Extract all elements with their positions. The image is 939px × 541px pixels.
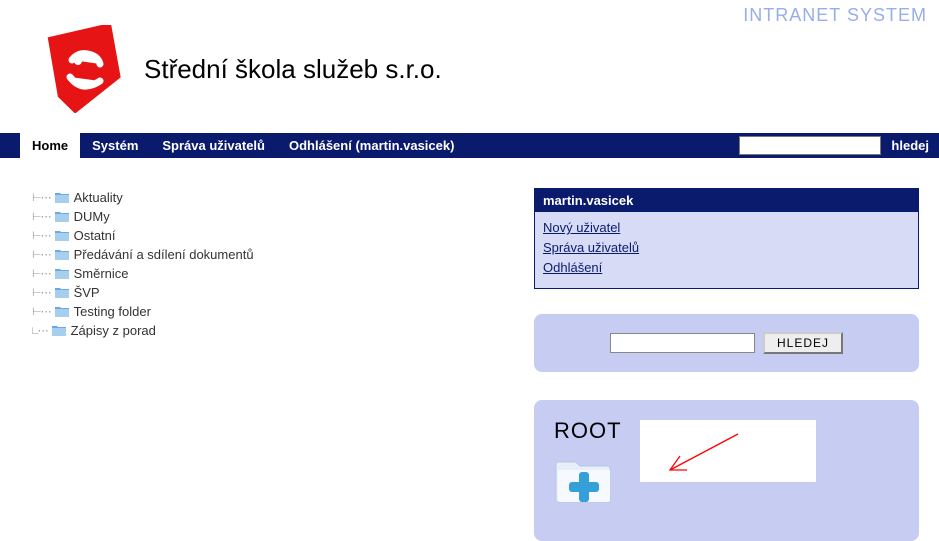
logo-area: Střední škola služeb s.r.o. bbox=[42, 25, 442, 113]
tree-item-label: Zápisy z porad bbox=[71, 323, 156, 338]
tree-item[interactable]: ⊢⋯ Směrnice bbox=[32, 264, 534, 283]
main-navbar: Home Systém Správa uživatelů Odhlášení (… bbox=[0, 133, 939, 158]
tree-item[interactable]: ⊢⋯ ŠVP bbox=[32, 283, 534, 302]
tree-connector-icon: ⊢⋯ bbox=[32, 305, 51, 319]
tree-item[interactable]: ⊢⋯ Testing folder bbox=[32, 302, 534, 321]
tree-item[interactable]: ⊢⋯ Aktuality bbox=[32, 188, 534, 207]
nav-user-admin[interactable]: Správa uživatelů bbox=[150, 133, 277, 158]
nav-search-button[interactable]: hledej bbox=[881, 133, 939, 158]
nav-home[interactable]: Home bbox=[20, 133, 80, 158]
folder-icon bbox=[55, 192, 69, 203]
add-folder-button[interactable] bbox=[554, 454, 622, 511]
folder-icon bbox=[55, 211, 69, 222]
tree-item-label: Směrnice bbox=[74, 266, 129, 281]
root-label: ROOT bbox=[554, 418, 622, 444]
root-left: ROOT bbox=[554, 418, 622, 511]
folder-icon bbox=[55, 306, 69, 317]
tree-item[interactable]: ⊢⋯ Ostatní bbox=[32, 226, 534, 245]
tree-item-label: Ostatní bbox=[74, 228, 116, 243]
arrow-icon bbox=[658, 430, 748, 480]
annotation-box bbox=[640, 420, 816, 482]
search-button[interactable]: HLEDEJ bbox=[763, 332, 843, 354]
system-label: INTRANET SYSTEM bbox=[743, 5, 927, 26]
add-folder-icon bbox=[554, 454, 614, 508]
search-panel: HLEDEJ bbox=[534, 314, 919, 372]
tree-item-label: Předávání a sdílení dokumentů bbox=[74, 247, 254, 262]
folder-icon bbox=[52, 325, 66, 336]
tree-connector-icon: ∟⋯ bbox=[32, 324, 48, 338]
nav-logout[interactable]: Odhlášení (martin.vasicek) bbox=[277, 133, 466, 158]
right-column: martin.vasicek Nový uživatel Správa uživ… bbox=[534, 188, 939, 541]
left-column: ⊢⋯ Aktuality ⊢⋯ DUMy ⊢⋯ Ostatní ⊢⋯ Předávání… bbox=[0, 188, 534, 541]
user-box-body: Nový uživatel Správa uživatelů Odhlášení bbox=[535, 212, 918, 288]
tree-item-label: Testing folder bbox=[74, 304, 151, 319]
tree-item[interactable]: ⊢⋯ DUMy bbox=[32, 207, 534, 226]
tree-connector-icon: ⊢⋯ bbox=[32, 286, 51, 300]
tree-item-label: Aktuality bbox=[74, 190, 123, 205]
tree-item[interactable]: ⊢⋯ Předávání a sdílení dokumentů bbox=[32, 245, 534, 264]
tree-item-label: ŠVP bbox=[74, 285, 100, 300]
search-input[interactable] bbox=[610, 333, 755, 353]
nav-system[interactable]: Systém bbox=[80, 133, 150, 158]
school-name: Střední škola služeb s.r.o. bbox=[144, 54, 442, 85]
root-row: ROOT bbox=[554, 418, 899, 511]
school-logo-icon bbox=[42, 25, 122, 113]
user-box-username: martin.vasicek bbox=[535, 189, 918, 212]
tree-item[interactable]: ∟⋯ Zápisy z porad bbox=[32, 321, 534, 340]
tree-connector-icon: ⊢⋯ bbox=[32, 229, 51, 243]
tree-connector-icon: ⊢⋯ bbox=[32, 267, 51, 281]
tree-connector-icon: ⊢⋯ bbox=[32, 210, 51, 224]
nav-search-input[interactable] bbox=[739, 136, 881, 155]
content-area: ⊢⋯ Aktuality ⊢⋯ DUMy ⊢⋯ Ostatní ⊢⋯ Předávání… bbox=[0, 158, 939, 541]
folder-icon bbox=[55, 287, 69, 298]
link-new-user[interactable]: Nový uživatel bbox=[543, 218, 910, 238]
link-user-admin[interactable]: Správa uživatelů bbox=[543, 238, 910, 258]
tree-connector-icon: ⊢⋯ bbox=[32, 191, 51, 205]
folder-tree: ⊢⋯ Aktuality ⊢⋯ DUMy ⊢⋯ Ostatní ⊢⋯ Předávání… bbox=[32, 188, 534, 340]
folder-icon bbox=[55, 268, 69, 279]
tree-connector-icon: ⊢⋯ bbox=[32, 248, 51, 262]
nav-search-area: hledej bbox=[739, 133, 939, 158]
folder-icon bbox=[55, 230, 69, 241]
page-header: INTRANET SYSTEM Střední škola služeb s.r… bbox=[0, 0, 939, 133]
user-box: martin.vasicek Nový uživatel Správa uživ… bbox=[534, 188, 919, 289]
folder-icon bbox=[55, 249, 69, 260]
link-logout[interactable]: Odhlášení bbox=[543, 258, 910, 278]
tree-item-label: DUMy bbox=[74, 209, 110, 224]
